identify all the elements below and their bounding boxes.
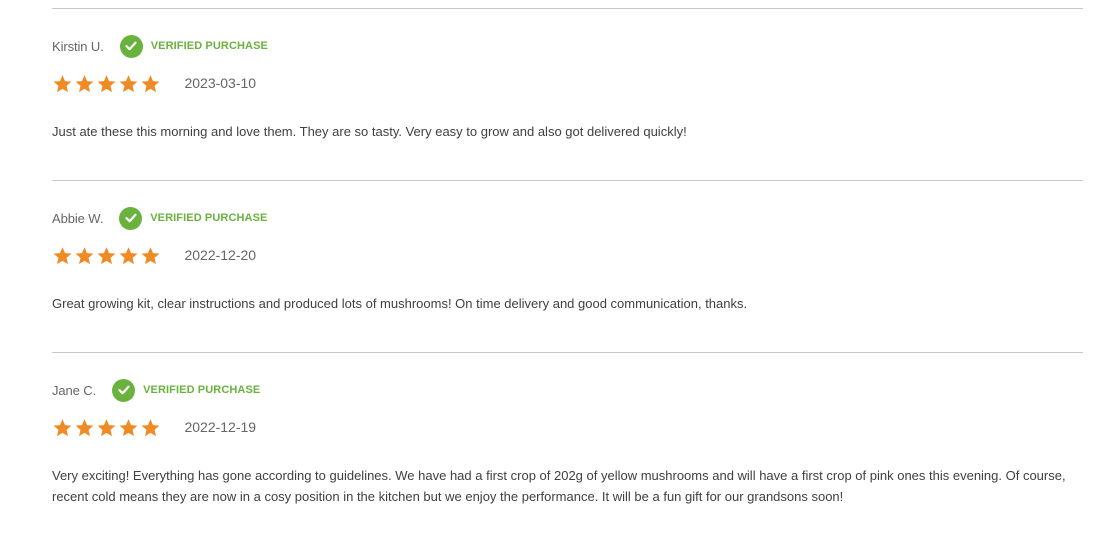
rating-row: 2023-03-10: [52, 71, 256, 95]
rating-row: 2022-12-20: [52, 243, 256, 267]
star-icon: [141, 74, 160, 92]
star-icon: [97, 418, 116, 436]
review-text: Great growing kit, clear instructions an…: [52, 296, 748, 311]
verified-purchase-badge: VERIFIED PURCHASE: [150, 40, 268, 52]
reviews-list: Kirstin U. VERIFIED PURCHASE 2023-03-10 …: [52, 8, 1083, 553]
star-icon: [97, 246, 116, 264]
rating-row: 2022-12-19: [52, 415, 256, 439]
check-circle-icon: [112, 378, 136, 402]
review-item: Abbie W. VERIFIED PURCHASE 2022-12-20 Gr…: [52, 180, 1083, 352]
review-text: Just ate these this morning and love the…: [52, 124, 687, 139]
star-icon: [119, 418, 138, 436]
star-icon: [97, 74, 116, 92]
reviewer-name: Kirstin U.: [52, 38, 104, 54]
verified-purchase-badge: VERIFIED PURCHASE: [150, 212, 268, 224]
star-icon: [141, 418, 160, 436]
review-header: Abbie W. VERIFIED PURCHASE: [52, 206, 267, 230]
star-icon: [119, 246, 138, 264]
star-icon: [75, 74, 94, 92]
review-item: Jane C. VERIFIED PURCHASE 2022-12-19 Ver…: [52, 352, 1083, 553]
star-icon: [75, 246, 94, 264]
review-date: 2022-12-20: [184, 247, 257, 263]
review-date: 2022-12-19: [184, 419, 257, 435]
star-icon: [53, 246, 72, 264]
review-text: Very exciting! Everything has gone accor…: [52, 468, 1066, 504]
star-icon: [53, 418, 72, 436]
reviewer-name: Jane C.: [52, 382, 97, 398]
star-icon: [119, 74, 138, 92]
review-item: Kirstin U. VERIFIED PURCHASE 2023-03-10 …: [52, 8, 1083, 180]
star-rating: [52, 417, 162, 438]
star-icon: [141, 246, 160, 264]
check-circle-icon: [119, 206, 143, 230]
verified-purchase-badge: VERIFIED PURCHASE: [143, 384, 261, 396]
star-rating: [52, 245, 162, 266]
star-rating: [52, 73, 162, 94]
review-date: 2023-03-10: [184, 75, 257, 91]
review-header: Jane C. VERIFIED PURCHASE: [52, 378, 260, 402]
star-icon: [53, 74, 72, 92]
reviewer-name: Abbie W.: [52, 210, 104, 226]
star-icon: [75, 418, 94, 436]
review-header: Kirstin U. VERIFIED PURCHASE: [52, 34, 268, 58]
check-circle-icon: [119, 34, 143, 58]
